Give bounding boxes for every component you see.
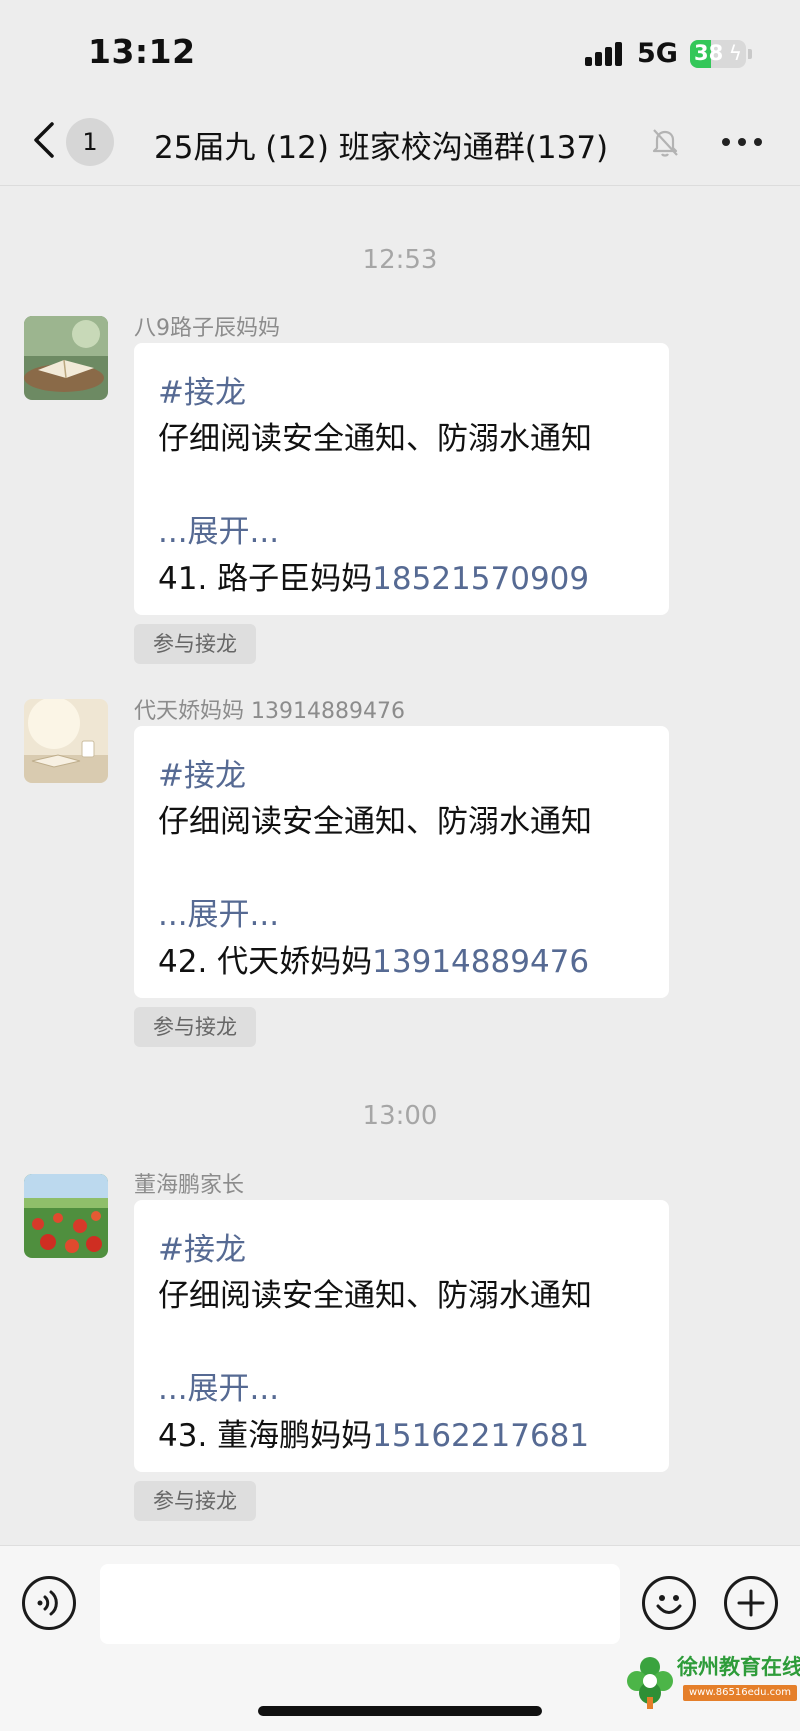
sender-name: 代天娇妈妈 13914889476 — [134, 699, 405, 724]
join-solitaire-button[interactable]: 参与接龙 — [134, 624, 256, 664]
solitaire-message-bubble[interactable]: #接龙 仔细阅读安全通知、防溺水通知 ...展开... 42. 代天娇妈妈139… — [134, 726, 669, 998]
expand-link[interactable]: ...展开... — [158, 889, 279, 934]
expand-link[interactable]: ...展开... — [158, 506, 279, 551]
entry-name: 43. 董海鹏妈妈 — [158, 1418, 373, 1454]
hashtag-link[interactable]: #接龙 — [158, 1224, 246, 1269]
hashtag-link[interactable]: #接龙 — [158, 367, 246, 412]
entry-name: 41. 路子臣妈妈 — [158, 561, 373, 597]
watermark-logo: 徐州教育在线 www.86516edu.com — [625, 1651, 800, 1721]
message-text: 仔细阅读安全通知、防溺水通知 — [158, 1278, 592, 1314]
solitaire-entry: 41. 路子臣妈妈18521570909 — [158, 553, 589, 598]
timestamp: 13:00 — [362, 1101, 438, 1131]
solitaire-message-bubble[interactable]: #接龙 仔细阅读安全通知、防溺水通知 ...展开... 43. 董海鹏妈妈151… — [134, 1200, 669, 1472]
message-text: 仔细阅读安全通知、防溺水通知 — [158, 804, 592, 840]
chat-title: 25届九 (12) 班家校沟通群(137) — [154, 130, 609, 166]
expand-link[interactable]: ...展开... — [158, 1363, 279, 1408]
bell-slash-icon — [652, 129, 678, 157]
entry-name: 42. 代天娇妈妈 — [158, 944, 373, 980]
join-solitaire-button[interactable]: 参与接龙 — [134, 1007, 256, 1047]
chat-header: 1 25届九 (12) 班家校沟通群(137) — [0, 100, 800, 186]
solitaire-entry: 43. 董海鹏妈妈15162217681 — [158, 1410, 589, 1455]
message-text: 仔细阅读安全通知、防溺水通知 — [158, 421, 592, 457]
phone-link[interactable]: 13914889476 — [372, 944, 589, 980]
charging-icon: ϟ — [728, 41, 742, 65]
watermark-emblem-icon — [627, 1657, 673, 1709]
watermark-name: 徐州教育在线 — [677, 1654, 800, 1679]
avatar[interactable] — [24, 316, 108, 400]
solitaire-entry: 42. 代天娇妈妈13914889476 — [158, 936, 589, 981]
sender-name: 董海鹏家长 — [134, 1173, 245, 1198]
signal-icon — [585, 42, 625, 66]
battery-icon: 38 ϟ — [690, 40, 746, 68]
voice-icon[interactable] — [22, 1576, 76, 1630]
unread-count-badge[interactable]: 1 — [66, 118, 114, 166]
message-input[interactable] — [100, 1564, 620, 1644]
solitaire-message-bubble[interactable]: #接龙 仔细阅读安全通知、防溺水通知 ...展开... 41. 路子臣妈妈185… — [134, 343, 669, 615]
battery-tip — [748, 49, 752, 59]
phone-link[interactable]: 18521570909 — [372, 561, 589, 597]
emoji-icon[interactable] — [642, 1576, 696, 1630]
avatar[interactable] — [24, 699, 108, 783]
hashtag-link[interactable]: #接龙 — [158, 750, 246, 795]
network-type: 5G — [637, 38, 678, 69]
plus-icon[interactable] — [724, 1576, 778, 1630]
home-indicator — [258, 1706, 542, 1716]
status-time: 13:12 — [88, 32, 196, 71]
battery-percent: 38 — [694, 41, 724, 65]
more-horizontal-icon[interactable] — [722, 138, 762, 148]
sender-name: 八9路子辰妈妈 — [134, 316, 280, 341]
chevron-left-icon[interactable] — [30, 120, 60, 160]
join-solitaire-button[interactable]: 参与接龙 — [134, 1481, 256, 1521]
status-bar: 13:12 5G 38 ϟ — [0, 0, 800, 100]
avatar[interactable] — [24, 1174, 108, 1258]
watermark-url: www.86516edu.com — [683, 1685, 797, 1701]
phone-link[interactable]: 15162217681 — [372, 1418, 589, 1454]
timestamp: 12:53 — [362, 245, 438, 275]
